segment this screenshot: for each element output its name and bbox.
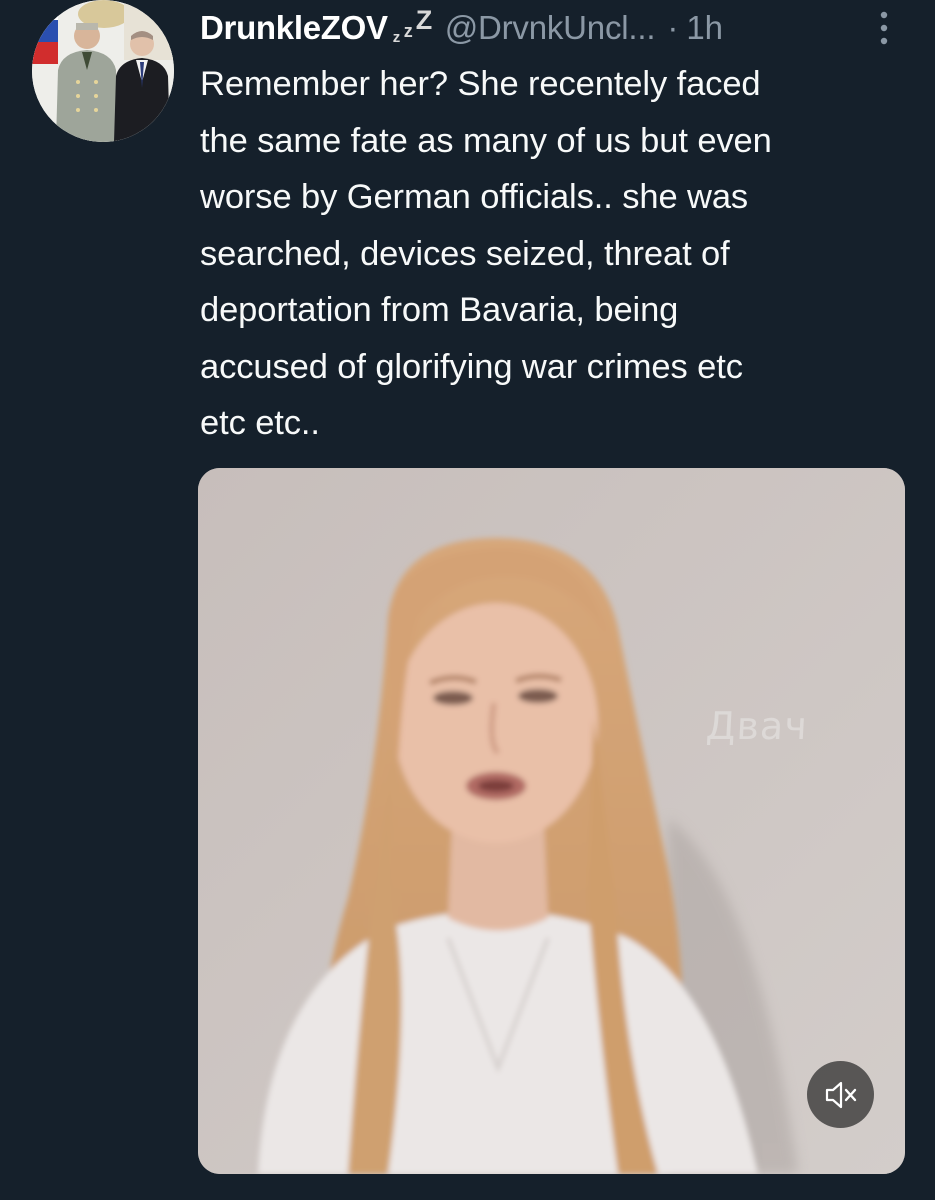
separator-dot: · (667, 9, 679, 46)
video-player[interactable]: Двач (198, 468, 905, 1174)
display-name[interactable]: DrunkleZOV (200, 9, 388, 47)
timestamp[interactable]: 1h (686, 9, 723, 47)
tweet-text-line: the same fate as many of us but even (200, 121, 772, 160)
tweet-text-line: deportation from Bavaria, being (200, 291, 679, 329)
mute-button[interactable] (807, 1061, 874, 1128)
video-frame (198, 468, 905, 1174)
tweet-text: Remember her? She recentely faced the sa… (200, 56, 910, 452)
tweet-text-line: worse by German officials.. she was (200, 178, 749, 216)
tweet-text-line: accused of glorifying war crimes etc (200, 347, 743, 386)
tweet-text-line: Remember her? She recentely faced (200, 65, 761, 103)
tweet-header: DrunkleZOV zzZ @DrvnkUncl... · 1h (200, 2, 900, 54)
tweet: DrunkleZOV zzZ @DrvnkUncl... · 1h Rememb… (0, 0, 935, 1200)
vertical-dots-icon[interactable] (872, 8, 896, 48)
avatar[interactable] (32, 0, 174, 142)
user-handle[interactable]: @DrvnkUncl... (445, 9, 656, 47)
speaker-muted-icon (825, 1081, 856, 1108)
zzz-icon: zzZ (392, 5, 433, 46)
tweet-text-line: searched, devices seized, threat of (200, 234, 730, 273)
video-watermark: Двач (704, 704, 809, 748)
tweet-text-line: etc etc.. (200, 404, 320, 442)
